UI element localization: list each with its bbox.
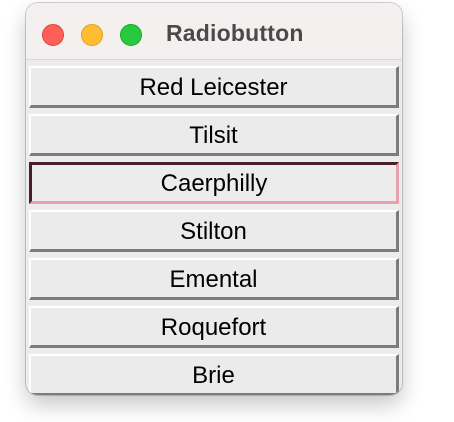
app-window: Radiobutton Red Leicester Tilsit Caerphi… [26,3,402,395]
zoom-button[interactable] [120,24,142,46]
radio-group: Red Leicester Tilsit Caerphilly Stilton … [26,60,402,395]
radio-option-stilton[interactable]: Stilton [29,210,399,252]
radio-option-caerphilly[interactable]: Caerphilly [29,162,399,204]
radio-option-emental[interactable]: Emental [29,258,399,300]
window-title: Radiobutton [166,20,304,46]
radio-option-brie[interactable]: Brie [29,354,399,395]
radio-option-roquefort[interactable]: Roquefort [29,306,399,348]
close-button[interactable] [42,24,64,46]
radio-option-tilsit[interactable]: Tilsit [29,114,399,156]
title-bar[interactable]: Radiobutton [26,3,402,60]
radio-option-red-leicester[interactable]: Red Leicester [29,66,399,108]
minimize-button[interactable] [81,24,103,46]
